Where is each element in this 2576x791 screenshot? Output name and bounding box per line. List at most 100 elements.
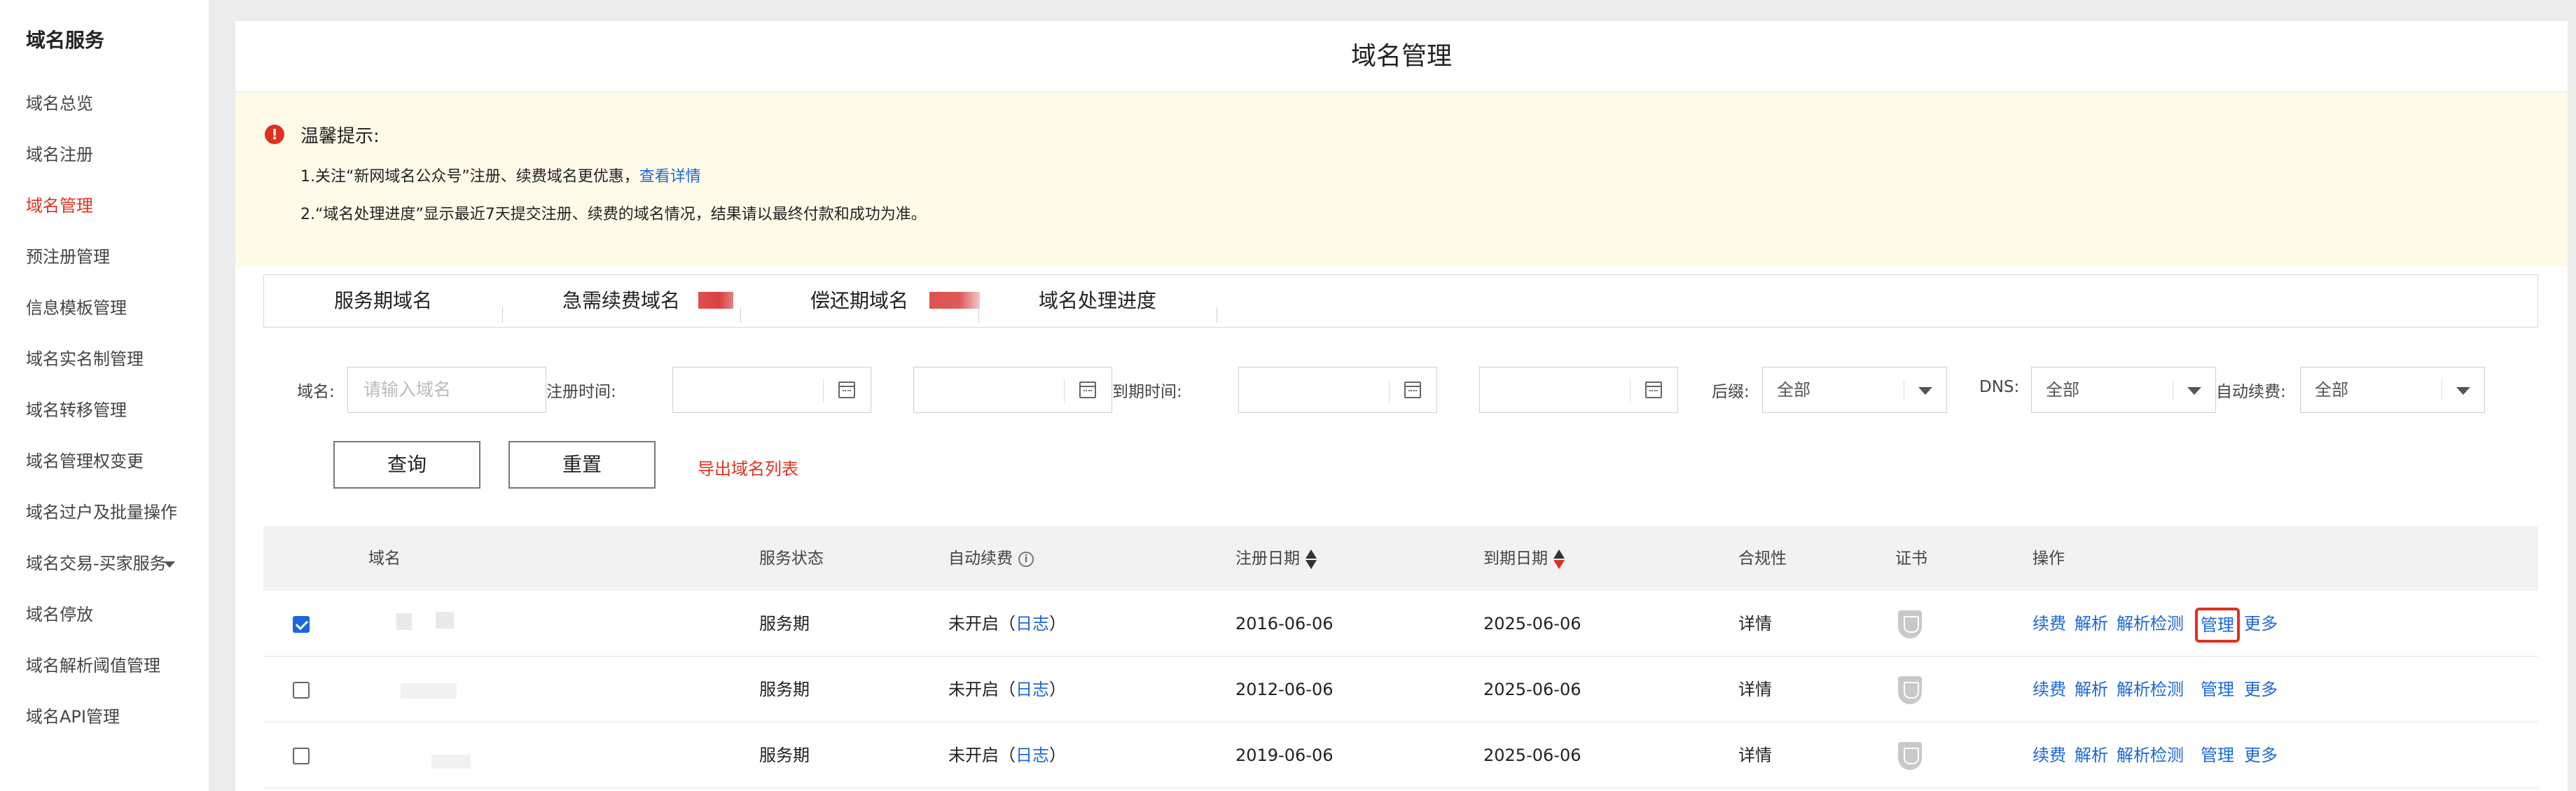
suffix-select[interactable]: 全部 bbox=[1762, 367, 1947, 413]
certificate-shield-icon[interactable] bbox=[1898, 676, 1922, 704]
sidebar-item-overview[interactable]: 域名总览 bbox=[26, 90, 93, 114]
sidebar-item-ownership-change[interactable]: 域名管理权变更 bbox=[26, 447, 144, 472]
row-checkbox[interactable] bbox=[293, 748, 310, 764]
exp-date-cell: 2025-06-06 bbox=[1483, 614, 1581, 634]
calendar-icon[interactable] bbox=[1079, 382, 1096, 398]
sidebar-item-register[interactable]: 域名注册 bbox=[26, 141, 93, 165]
sidebar-item-api[interactable]: 域名API管理 bbox=[26, 703, 120, 727]
chevron-down-icon bbox=[163, 561, 175, 568]
sidebar-item-trading[interactable]: 域名交易-买家服务 bbox=[26, 550, 175, 574]
dns-select[interactable]: 全部 bbox=[2031, 367, 2216, 413]
sort-icon[interactable] bbox=[1553, 549, 1565, 569]
sort-icon[interactable] bbox=[1306, 549, 1317, 569]
main-panel: 域名管理 ! 温馨提示: 1.关注“新网域名公众号”注册、续费域名更优惠，查看详… bbox=[235, 21, 2568, 791]
autorenew-status: 未开启（ bbox=[948, 614, 1016, 634]
exp-date-start-input[interactable] bbox=[1238, 367, 1437, 413]
redacted-domain bbox=[431, 755, 471, 769]
exp-date-end-input[interactable] bbox=[1479, 367, 1678, 413]
sidebar-item-info-template[interactable]: 信息模板管理 bbox=[26, 294, 127, 318]
notice-line-1-text: 1.关注“新网域名公众号”注册、续费域名更优惠， bbox=[300, 168, 639, 186]
status-cell: 服务期 bbox=[759, 614, 810, 634]
dns-resolve-link[interactable]: 解析 bbox=[2075, 591, 2108, 657]
more-link[interactable]: 更多 bbox=[2244, 722, 2278, 788]
suffix-select-value: 全部 bbox=[1777, 380, 1810, 400]
col-autorenew-label: 自动续费 bbox=[948, 550, 1013, 568]
table-row: 服务期 未开启（日志） 2016-06-06 2025-06-06 详情 续费 … bbox=[263, 591, 2538, 657]
autorenew-select[interactable]: 全部 bbox=[2300, 367, 2485, 413]
info-icon[interactable]: i bbox=[1018, 551, 1034, 567]
sidebar-item-realname[interactable]: 域名实名制管理 bbox=[26, 345, 144, 370]
query-button[interactable]: 查询 bbox=[333, 441, 480, 489]
table-row: 服务期 未开启（日志） 2012-06-06 2025-06-06 详情 续费 … bbox=[263, 657, 2538, 722]
row-checkbox[interactable] bbox=[293, 616, 310, 633]
log-link[interactable]: 日志 bbox=[1016, 746, 1049, 765]
view-details-link[interactable]: 查看详情 bbox=[639, 168, 701, 186]
certificate-shield-icon[interactable] bbox=[1898, 610, 1922, 638]
more-link[interactable]: 更多 bbox=[2244, 657, 2278, 722]
col-reg-date[interactable]: 注册日期 bbox=[1235, 526, 1317, 591]
reg-time-label: 注册时间: bbox=[546, 383, 616, 401]
sidebar-item-dns-threshold[interactable]: 域名解析阈值管理 bbox=[26, 652, 160, 676]
notice-line-2: 2.“域名处理进度”显示最近7天提交注册、续费的域名情况，结果请以最终付款和成功… bbox=[300, 206, 927, 223]
dns-resolve-link[interactable]: 解析 bbox=[2075, 722, 2108, 788]
dns-check-link[interactable]: 解析检测 bbox=[2117, 657, 2184, 722]
compliance-details-link[interactable]: 详情 bbox=[1738, 591, 1772, 657]
dns-check-link[interactable]: 解析检测 bbox=[2117, 722, 2184, 788]
reg-date-start-input[interactable] bbox=[672, 367, 871, 413]
sidebar-item-parking[interactable]: 域名停放 bbox=[26, 601, 93, 625]
domain-search-placeholder: 请输入域名 bbox=[363, 379, 452, 400]
notice-line-1: 1.关注“新网域名公众号”注册、续费域名更优惠，查看详情 bbox=[300, 164, 701, 186]
calendar-icon[interactable] bbox=[1645, 382, 1662, 398]
autorenew-cell: 未开启（日志） bbox=[948, 591, 1066, 657]
reg-date-cell: 2019-06-06 bbox=[1235, 746, 1334, 765]
col-cert: 证书 bbox=[1895, 550, 1927, 568]
sidebar: 域名服务 域名总览 域名注册 域名管理 预注册管理 信息模板管理 域名实名制管理… bbox=[0, 0, 209, 791]
certificate-shield-icon[interactable] bbox=[1898, 742, 1922, 770]
log-link[interactable]: 日志 bbox=[1016, 680, 1049, 699]
notice-title: 温馨提示: bbox=[300, 126, 380, 147]
renew-link[interactable]: 续费 bbox=[2033, 722, 2066, 788]
manage-link[interactable]: 管理 bbox=[2201, 722, 2234, 788]
status-cell: 服务期 bbox=[759, 680, 810, 699]
exp-time-label: 到期时间: bbox=[1112, 383, 1182, 401]
more-link[interactable]: 更多 bbox=[2244, 591, 2278, 657]
compliance-details-link[interactable]: 详情 bbox=[1738, 722, 1772, 788]
autorenew-cell: 未开启（日志） bbox=[948, 657, 1066, 722]
status-cell: 服务期 bbox=[759, 746, 810, 765]
calendar-icon[interactable] bbox=[1404, 382, 1421, 398]
renew-link[interactable]: 续费 bbox=[2033, 591, 2066, 657]
reg-date-cell: 2012-06-06 bbox=[1235, 680, 1334, 699]
col-ops: 操作 bbox=[2033, 550, 2065, 568]
col-domain: 域名 bbox=[368, 550, 401, 568]
reset-button[interactable]: 重置 bbox=[508, 441, 656, 489]
chevron-down-icon bbox=[2456, 387, 2470, 395]
sidebar-item-domain-management[interactable]: 域名管理 bbox=[26, 192, 93, 216]
tab-service-period[interactable]: 服务期域名 bbox=[264, 275, 502, 327]
compliance-details-link[interactable]: 详情 bbox=[1738, 657, 1772, 722]
export-domain-list-link[interactable]: 导出域名列表 bbox=[698, 455, 798, 479]
dns-resolve-link[interactable]: 解析 bbox=[2075, 657, 2108, 722]
log-link[interactable]: 日志 bbox=[1016, 614, 1049, 634]
dns-check-link[interactable]: 解析检测 bbox=[2117, 591, 2184, 657]
renew-link[interactable]: 续费 bbox=[2033, 657, 2066, 722]
reg-date-cell: 2016-06-06 bbox=[1235, 614, 1334, 634]
sidebar-item-preregister[interactable]: 预注册管理 bbox=[26, 243, 110, 267]
row-checkbox[interactable] bbox=[293, 682, 310, 699]
tab-processing-progress[interactable]: 域名处理进度 bbox=[978, 275, 1217, 327]
table-header: 域名 服务状态 自动续费 i 注册日期 到期日期 合规性 证书 操作 bbox=[263, 526, 2538, 591]
manage-link[interactable]: 管理 bbox=[2195, 608, 2240, 643]
col-exp-date[interactable]: 到期日期 bbox=[1483, 526, 1565, 591]
chevron-down-icon bbox=[1918, 387, 1932, 395]
domain-search-input[interactable]: 请输入域名 bbox=[347, 367, 546, 413]
notice-box: ! 温馨提示: 1.关注“新网域名公众号”注册、续费域名更优惠，查看详情 2.“… bbox=[235, 92, 2568, 267]
sidebar-item-transfer[interactable]: 域名转移管理 bbox=[26, 396, 127, 421]
manage-link[interactable]: 管理 bbox=[2201, 657, 2234, 722]
input-divider bbox=[1389, 379, 1390, 402]
calendar-icon[interactable] bbox=[838, 382, 855, 398]
suffix-label: 后缀: bbox=[1712, 383, 1750, 401]
autorenew-status: 未开启（ bbox=[948, 680, 1016, 699]
reg-date-end-input[interactable] bbox=[913, 367, 1112, 413]
sidebar-item-batch-ops[interactable]: 域名过户及批量操作 bbox=[26, 498, 177, 523]
autorenew-close: ） bbox=[1049, 614, 1066, 634]
dns-label: DNS: bbox=[1979, 378, 2020, 396]
